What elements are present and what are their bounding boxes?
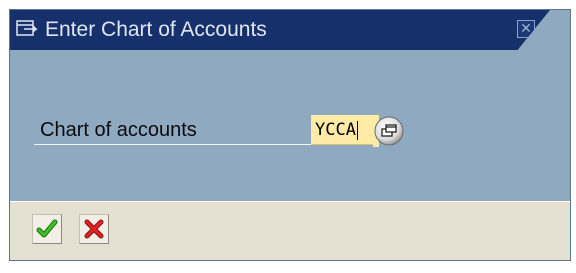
text-caret bbox=[356, 120, 358, 140]
enter-chart-of-accounts-dialog: Enter Chart of Accounts ✕ Chart of accou… bbox=[9, 9, 571, 261]
cancel-button[interactable] bbox=[79, 214, 109, 244]
dialog-window-icon bbox=[16, 20, 38, 36]
green-checkmark-icon bbox=[36, 219, 58, 238]
confirm-button[interactable] bbox=[32, 214, 62, 244]
f4-value-help-icon[interactable] bbox=[373, 115, 405, 147]
dialog-title: Enter Chart of Accounts bbox=[45, 18, 267, 41]
dialog-button-bar bbox=[10, 201, 570, 260]
dialog-title-bar[interactable]: Enter Chart of Accounts ✕ bbox=[10, 10, 550, 50]
close-glyph: ✕ bbox=[520, 20, 532, 36]
chart-of-accounts-label: Chart of accounts bbox=[40, 119, 197, 141]
chart-of-accounts-value: YCCA bbox=[315, 120, 356, 140]
red-x-icon bbox=[84, 219, 104, 239]
close-icon[interactable]: ✕ bbox=[517, 20, 535, 38]
field-label-underline bbox=[34, 144, 312, 145]
chart-of-accounts-input[interactable]: YCCA bbox=[311, 115, 373, 145]
